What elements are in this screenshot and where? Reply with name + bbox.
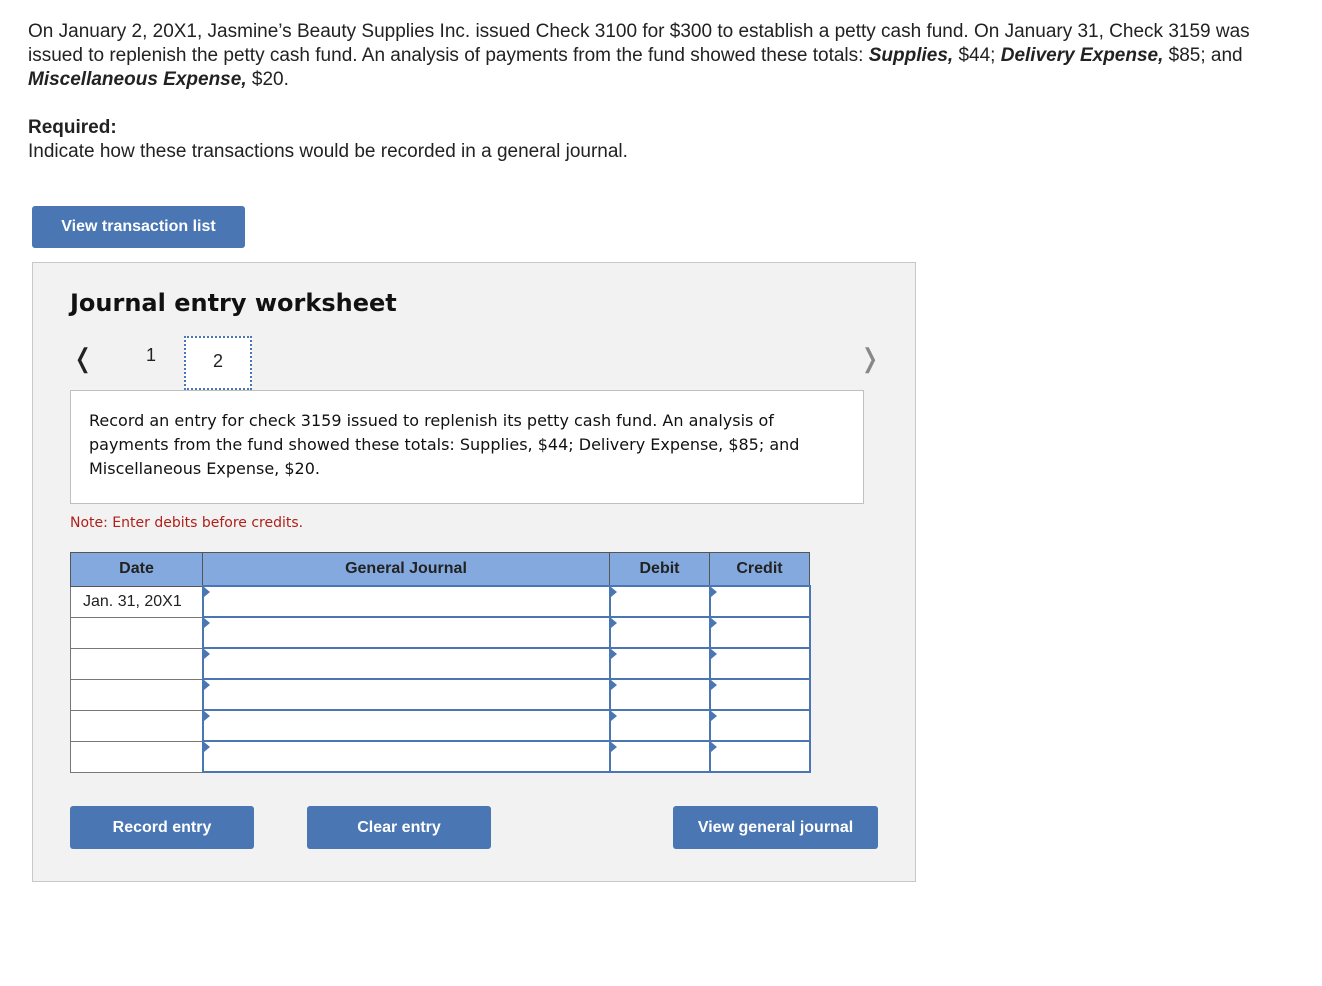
problem-text: $85; and — [1163, 45, 1243, 66]
credit-cell[interactable] — [708, 647, 811, 680]
chevron-right-icon[interactable]: ❭ — [859, 343, 881, 374]
problem-text: $44; — [953, 45, 1001, 66]
table-row — [70, 709, 811, 742]
debit-input[interactable] — [610, 742, 709, 771]
table-row — [70, 647, 811, 680]
debit-cell[interactable] — [608, 647, 711, 680]
account-input[interactable] — [203, 649, 609, 678]
problem-text: $20. — [246, 69, 289, 90]
credit-input[interactable] — [710, 618, 809, 647]
journal-entry-worksheet: Journal entry worksheet ❬ 1 2 ❭ Record a… — [32, 262, 916, 882]
general-journal-table: Date General Journal Debit Credit Jan. 3… — [70, 552, 811, 773]
credit-input[interactable] — [710, 680, 809, 709]
table-row — [70, 678, 811, 711]
date-cell — [70, 678, 203, 711]
credit-cell[interactable] — [708, 616, 811, 649]
account-input[interactable] — [203, 587, 609, 616]
debit-cell[interactable] — [608, 740, 711, 773]
account-input[interactable] — [203, 680, 609, 709]
table-row — [70, 616, 811, 649]
account-cell[interactable] — [201, 678, 611, 711]
account-cell[interactable] — [201, 616, 611, 649]
account-cell[interactable] — [201, 740, 611, 773]
account-cell[interactable] — [201, 709, 611, 742]
table-header-row: Date General Journal Debit Credit — [70, 552, 810, 587]
debit-input[interactable] — [610, 649, 709, 678]
credit-input[interactable] — [710, 649, 809, 678]
credit-cell[interactable] — [708, 740, 811, 773]
debit-input[interactable] — [610, 711, 709, 740]
credit-cell[interactable] — [708, 678, 811, 711]
record-entry-button[interactable]: Record entry — [70, 806, 254, 849]
debit-input[interactable] — [610, 618, 709, 647]
credit-cell[interactable] — [708, 709, 811, 742]
required-title: Required: — [28, 117, 117, 138]
account-input[interactable] — [203, 711, 609, 740]
debit-input[interactable] — [610, 680, 709, 709]
account-cell[interactable] — [201, 647, 611, 680]
problem-statement: On January 2, 20X1, Jasmine’s Beauty Sup… — [28, 20, 1298, 92]
problem-emphasis: Miscellaneous Expense, — [28, 69, 247, 90]
debit-cell[interactable] — [608, 709, 711, 742]
clear-entry-button[interactable]: Clear entry — [307, 806, 491, 849]
problem-emphasis: Supplies, — [868, 45, 954, 66]
problem-emphasis: Delivery Expense, — [1000, 45, 1164, 66]
header-credit: Credit — [709, 552, 810, 587]
header-debit: Debit — [609, 552, 710, 587]
worksheet-tab-2[interactable]: 2 — [184, 336, 252, 390]
debit-cell[interactable] — [608, 616, 711, 649]
account-cell[interactable] — [201, 585, 611, 618]
date-cell — [70, 647, 203, 680]
worksheet-tab-1[interactable]: 1 — [141, 345, 161, 366]
view-transaction-list-button[interactable]: View transaction list — [32, 206, 245, 248]
debit-cell[interactable] — [608, 678, 711, 711]
table-row: Jan. 31, 20X1 — [70, 585, 811, 618]
date-cell: Jan. 31, 20X1 — [70, 585, 203, 618]
note-text: Note: Enter debits before credits. — [70, 515, 304, 531]
debit-cell[interactable] — [608, 585, 711, 618]
header-date: Date — [70, 552, 203, 587]
required-text: Indicate how these transactions would be… — [28, 141, 628, 162]
view-general-journal-button[interactable]: View general journal — [673, 806, 878, 849]
chevron-left-icon[interactable]: ❬ — [72, 343, 94, 374]
instruction-box: Record an entry for check 3159 issued to… — [70, 390, 864, 504]
account-input[interactable] — [203, 618, 609, 647]
date-cell — [70, 709, 203, 742]
debit-input[interactable] — [610, 587, 709, 616]
worksheet-title: Journal entry worksheet — [70, 289, 397, 317]
table-row — [70, 740, 811, 773]
date-cell — [70, 616, 203, 649]
credit-cell[interactable] — [708, 585, 811, 618]
date-cell — [70, 740, 203, 773]
credit-input[interactable] — [710, 742, 809, 771]
credit-input[interactable] — [710, 711, 809, 740]
credit-input[interactable] — [710, 587, 809, 616]
account-input[interactable] — [203, 742, 609, 771]
header-general-journal: General Journal — [202, 552, 610, 587]
